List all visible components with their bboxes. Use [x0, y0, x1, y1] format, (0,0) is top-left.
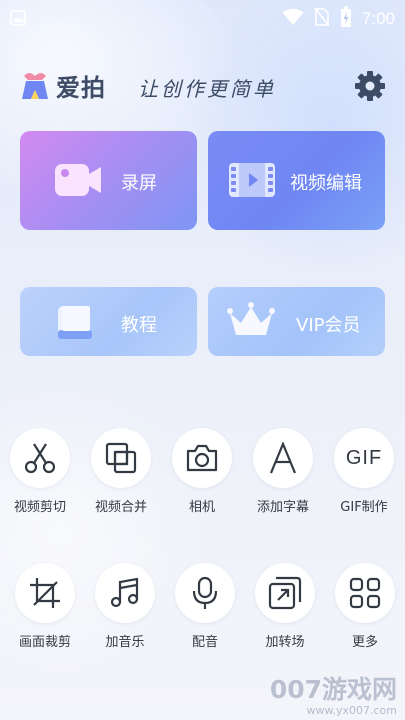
tool-label: 视频合并 — [94, 500, 147, 515]
tool-label: GIF制作 — [340, 500, 388, 515]
tool-label: 配音 — [191, 635, 218, 650]
tool-label: 视频剪切 — [13, 500, 66, 515]
more-grid-icon — [335, 563, 395, 623]
tool-more[interactable]: 更多 — [325, 563, 405, 673]
tool-label: 添加字幕 — [256, 500, 309, 515]
battery-charging-icon — [340, 6, 352, 32]
gif-glyph: GIF — [345, 446, 383, 469]
tool-label: 加转场 — [265, 635, 305, 650]
transition-icon — [255, 563, 315, 623]
film-strip-icon — [228, 160, 276, 204]
gallery-notification-icon — [10, 10, 26, 30]
tool-label: 加音乐 — [105, 635, 145, 650]
text-a-icon — [253, 428, 313, 488]
microphone-icon — [175, 563, 235, 623]
music-note-icon — [95, 563, 155, 623]
tool-label: 相机 — [188, 500, 215, 515]
record-screen-label: 录屏 — [121, 173, 157, 194]
camera-icon — [172, 428, 232, 488]
tool-add-subtitle[interactable]: 添加字幕 — [243, 428, 323, 538]
merge-icon — [91, 428, 151, 488]
settings-gear-icon[interactable] — [350, 66, 390, 106]
tool-gif-maker[interactable]: GIF GIF制作 — [324, 428, 404, 538]
status-bar: 7:00 — [0, 0, 405, 36]
video-camera-icon — [54, 160, 102, 204]
status-time: 7:00 — [361, 9, 395, 28]
tool-add-transition[interactable]: 加转场 — [245, 563, 325, 673]
video-edit-card[interactable]: 视频编辑 — [208, 131, 385, 230]
watermark-brand: 007游戏网 — [269, 675, 397, 704]
wifi-icon — [282, 8, 304, 30]
vip-member-card[interactable]: VIP会员 — [208, 287, 385, 356]
video-edit-label: 视频编辑 — [290, 173, 362, 194]
record-screen-card[interactable]: 录屏 — [20, 131, 197, 230]
tool-label: 更多 — [351, 635, 378, 650]
tool-dubbing[interactable]: 配音 — [165, 563, 245, 673]
no-sim-icon — [314, 7, 330, 31]
tool-video-merge[interactable]: 视频合并 — [81, 428, 161, 538]
tool-crop[interactable]: 画面裁剪 — [5, 563, 85, 673]
brand-name: 爱拍 — [56, 74, 106, 102]
tool-label: 画面裁剪 — [18, 635, 71, 650]
book-icon — [56, 303, 94, 345]
tool-camera[interactable]: 相机 — [162, 428, 242, 538]
tutorial-card[interactable]: 教程 — [20, 287, 197, 356]
app-slogan: 让创作更简单 — [138, 77, 276, 101]
watermark: 007游戏网 www.yx007.com — [270, 670, 397, 717]
scissors-icon — [10, 428, 70, 488]
crop-icon — [15, 563, 75, 623]
tool-video-cut[interactable]: 视频剪切 — [0, 428, 80, 538]
app-logo-icon — [20, 68, 50, 102]
tutorial-label: 教程 — [121, 315, 157, 336]
vip-member-label: VIP会员 — [296, 315, 361, 336]
crown-icon — [226, 301, 276, 345]
gif-icon: GIF — [334, 428, 394, 488]
app-header: 爱拍 让创作更简单 — [20, 62, 390, 110]
tool-add-music[interactable]: 加音乐 — [85, 563, 165, 673]
